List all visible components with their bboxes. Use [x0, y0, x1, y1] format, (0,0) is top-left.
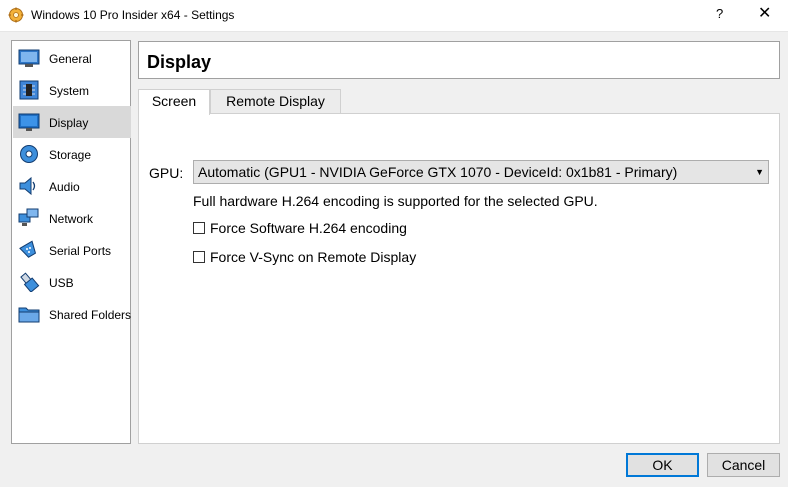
- usb-icon: [20, 272, 40, 292]
- sidebar-item-general[interactable]: General: [13, 42, 131, 74]
- force-software-encoding-checkbox[interactable]: [193, 222, 205, 235]
- close-button[interactable]: ✕: [758, 3, 771, 23]
- force-software-encoding-row[interactable]: Force Software H.264 encoding: [193, 220, 407, 236]
- sidebar-item-label: Storage: [49, 148, 92, 162]
- page-title: Display: [147, 52, 212, 72]
- ok-button[interactable]: OK: [626, 453, 699, 477]
- force-vsync-label: Force V-Sync on Remote Display: [210, 249, 417, 265]
- sidebar-item-label: System: [49, 84, 90, 98]
- sidebar-item-audio[interactable]: Audio: [13, 170, 131, 202]
- general-icon: [18, 49, 40, 67]
- sidebar-item-storage[interactable]: Storage: [13, 138, 131, 170]
- tab-remote-display[interactable]: Remote Display: [210, 89, 341, 114]
- sidebar-item-label: Audio: [49, 180, 80, 194]
- force-software-encoding-label: Force Software H.264 encoding: [210, 220, 407, 236]
- serial-ports-icon: [19, 240, 37, 258]
- gpu-select-value: Automatic (GPU1 - NVIDIA GeForce GTX 107…: [198, 164, 678, 180]
- sidebar-item-label: Serial Ports: [49, 244, 112, 258]
- display-icon: [18, 113, 40, 131]
- title-bar: Windows 10 Pro Insider x64 - Settings ? …: [0, 0, 788, 32]
- chevron-down-icon: ▼: [755, 167, 764, 177]
- sidebar-item-label: General: [49, 52, 92, 66]
- encoding-support-note: Full hardware H.264 encoding is supporte…: [193, 193, 598, 209]
- sidebar-item-display[interactable]: Display: [13, 106, 131, 138]
- sidebar-item-network[interactable]: Network: [13, 202, 131, 234]
- sidebar-item-label: Display: [49, 116, 89, 130]
- sidebar-item-serial-ports[interactable]: Serial Ports: [13, 234, 131, 266]
- help-button[interactable]: ?: [716, 6, 723, 21]
- force-vsync-row[interactable]: Force V-Sync on Remote Display: [193, 249, 416, 265]
- window-title: Windows 10 Pro Insider x64 - Settings: [31, 8, 235, 22]
- virtualbox-app-icon: [8, 7, 24, 23]
- sidebar-item-label: USB: [49, 276, 74, 290]
- sidebar-item-shared-folders[interactable]: Shared Folders: [13, 298, 131, 330]
- shared-folders-icon: [18, 307, 40, 323]
- gpu-select[interactable]: Automatic (GPU1 - NVIDIA GeForce GTX 107…: [193, 160, 769, 184]
- network-icon: [18, 208, 39, 226]
- sidebar-item-usb[interactable]: USB: [13, 266, 131, 298]
- audio-icon: [19, 176, 36, 196]
- sidebar-item-system[interactable]: System: [13, 74, 131, 106]
- system-icon: [19, 80, 39, 100]
- tab-screen[interactable]: Screen: [138, 89, 210, 115]
- cancel-button[interactable]: Cancel: [707, 453, 780, 477]
- screen-tab-panel: GPU: Automatic (GPU1 - NVIDIA GeForce GT…: [138, 113, 780, 444]
- storage-icon: [20, 145, 38, 163]
- sidebar-item-label: Network: [49, 212, 94, 226]
- force-vsync-checkbox[interactable]: [193, 251, 205, 264]
- gpu-label: GPU:: [149, 165, 184, 181]
- sidebar-item-label: Shared Folders: [49, 308, 132, 322]
- settings-sidebar: General System Display Storage Audio Net…: [11, 40, 131, 444]
- page-header: Display: [138, 41, 780, 79]
